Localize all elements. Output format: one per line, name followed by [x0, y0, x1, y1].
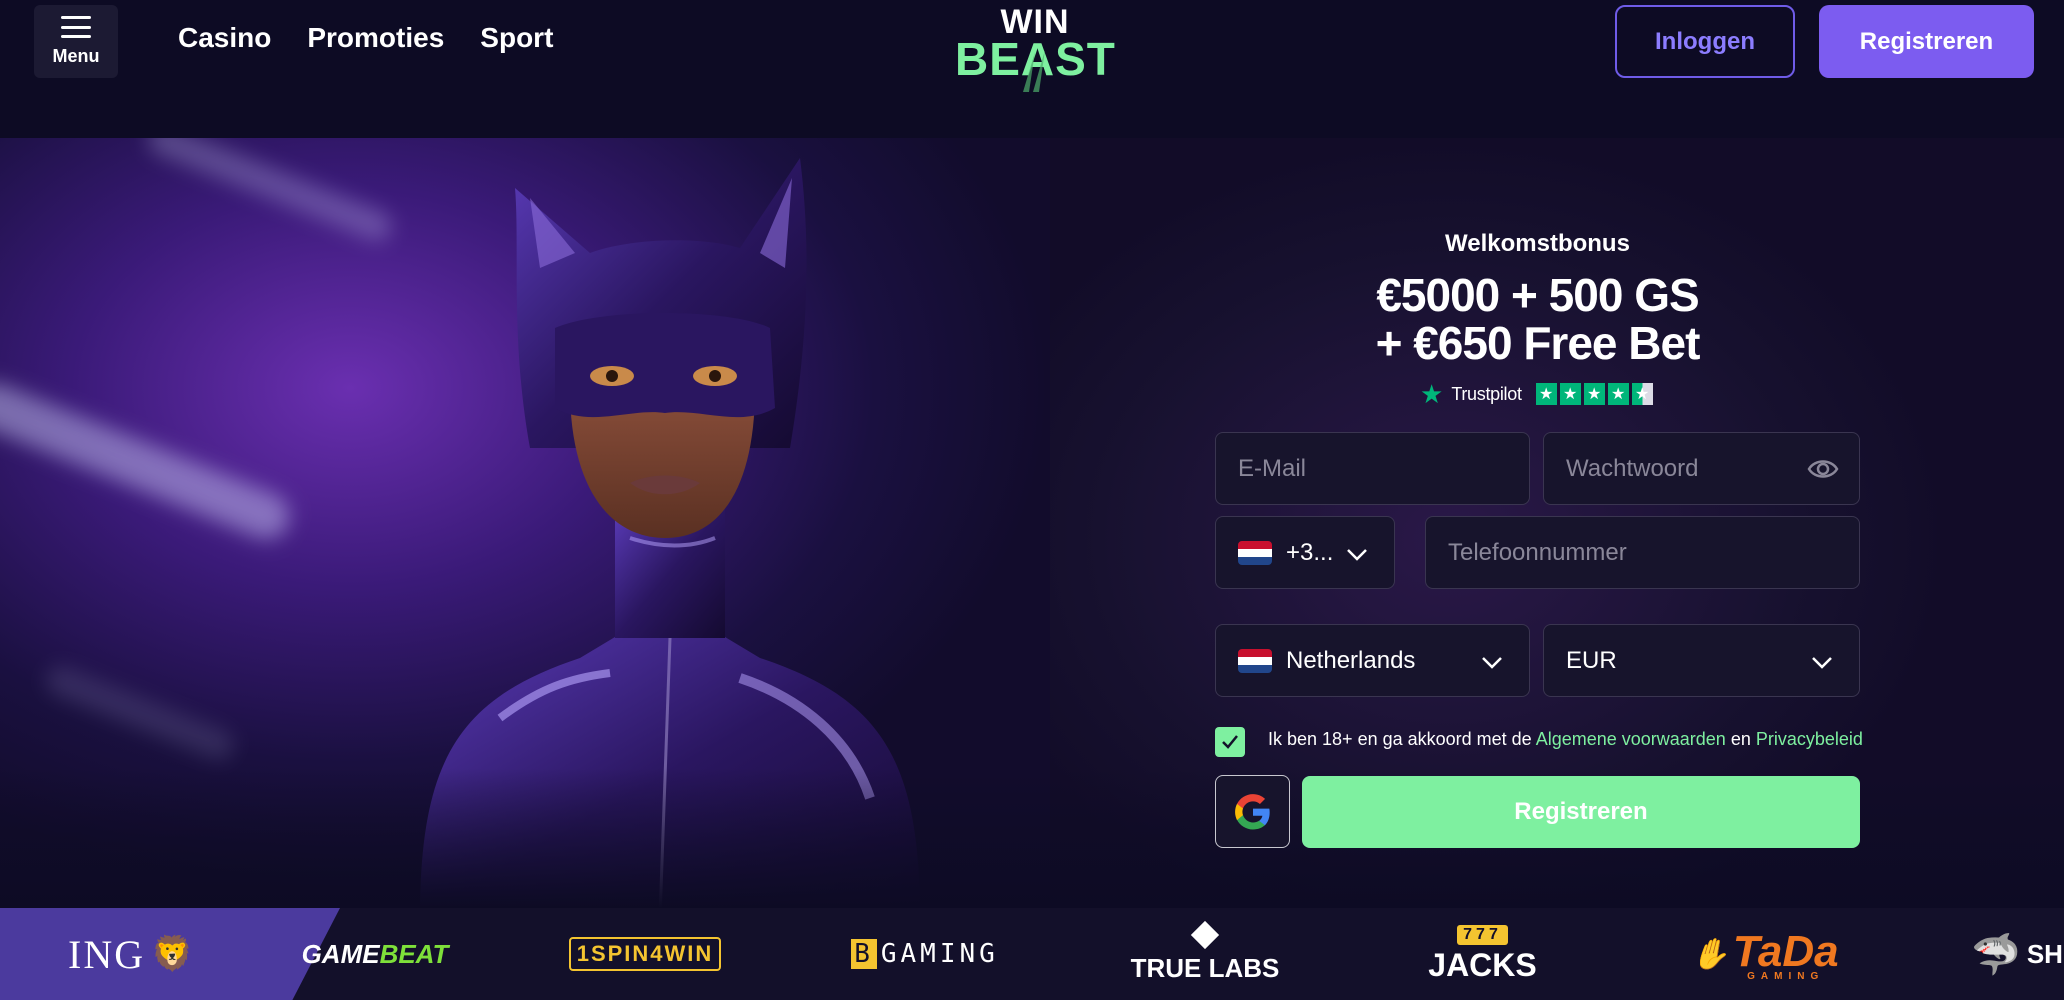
google-icon: [1234, 793, 1270, 829]
menu-button[interactable]: Menu: [34, 5, 118, 78]
register-button-header[interactable]: Registreren: [1819, 5, 2034, 78]
provider-gamebeat[interactable]: GAME BEAT: [300, 908, 450, 1000]
terms-link[interactable]: Algemene voorwaarden: [1536, 729, 1726, 749]
trustpilot-label: Trustpilot: [1451, 383, 1522, 404]
country-select[interactable]: Netherlands: [1215, 624, 1530, 697]
light-streak: [0, 375, 297, 547]
provider-777jacks[interactable]: 777 JACKS: [1420, 908, 1545, 1000]
eye-icon[interactable]: [1807, 455, 1839, 483]
chevron-down-icon: [1347, 549, 1367, 561]
site-logo[interactable]: WIN BEAST: [955, 5, 1115, 92]
light-streak: [41, 661, 239, 765]
bgaming-rest: GAMING: [880, 939, 999, 969]
payment-provider-strip: ING 🦁 GAME BEAT 1SPIN4WIN B GAMING TRUE LA…: [0, 908, 2064, 1000]
netherlands-flag-icon: [1238, 648, 1272, 673]
nav-sport[interactable]: Sport: [480, 22, 553, 54]
ing-logo-text: ING: [68, 931, 146, 977]
diamond-icon: [1190, 920, 1220, 949]
truelabs-text: TRUE LABS: [1130, 952, 1280, 983]
star-icon: ★: [1535, 383, 1557, 405]
lion-icon: 🦁: [151, 935, 194, 973]
tada-sub: GAMING: [1747, 970, 1825, 982]
trustpilot-rating[interactable]: ★ Trustpilot ★ ★ ★ ★ ★: [1420, 379, 1653, 409]
email-input[interactable]: [1238, 454, 1507, 483]
bgaming-b: B: [851, 939, 877, 969]
jacks-text: JACKS: [1428, 946, 1537, 983]
gamebeat-a: GAME: [301, 938, 380, 969]
shark-text: SH: [2026, 938, 2063, 969]
terms-and: en: [1730, 729, 1751, 749]
gamebeat-b: BEAT: [379, 938, 449, 969]
phone-field[interactable]: [1425, 516, 1860, 589]
light-streak: [143, 138, 397, 246]
chevron-down-icon: [1482, 657, 1502, 669]
phone-code-select[interactable]: +3...: [1215, 516, 1395, 589]
provider-truelabs[interactable]: TRUE LABS: [1130, 908, 1280, 1000]
chevron-down-icon: [1812, 657, 1832, 669]
trustpilot-stars: ★ ★ ★ ★ ★: [1535, 383, 1653, 405]
star-icon: ★: [1607, 383, 1629, 405]
phone-input[interactable]: [1448, 538, 1837, 567]
jacks-777: 777: [1457, 924, 1508, 945]
terms-text: Ik ben 18+ en ga akkoord met de Algemene…: [1268, 729, 1863, 750]
password-input[interactable]: [1566, 454, 1837, 483]
provider-1spin4win[interactable]: 1SPIN4WIN: [568, 908, 722, 1000]
star-icon: ★: [1559, 383, 1581, 405]
spinwin-logo: 1SPIN4WIN: [568, 937, 722, 971]
checkmark-icon: [1222, 735, 1238, 749]
bonus-subtitle: Welkomstbonus: [1445, 230, 1630, 257]
netherlands-flag-icon: [1238, 540, 1272, 565]
password-field[interactable]: [1543, 432, 1860, 505]
terms-checkbox[interactable]: [1215, 727, 1245, 757]
register-submit-button[interactable]: Registreren: [1302, 776, 1860, 848]
trustpilot-star-icon: ★: [1420, 379, 1444, 409]
terms-prefix: Ik ben 18+ en ga akkoord met de: [1268, 729, 1532, 749]
main-nav: Casino Promoties Sport: [178, 22, 553, 54]
hamburger-icon: [61, 16, 91, 38]
claw-mark-icon: [1023, 50, 1045, 92]
currency-value: EUR: [1566, 646, 1617, 674]
country-value: Netherlands: [1286, 646, 1416, 674]
email-field[interactable]: [1215, 432, 1530, 505]
menu-label: Menu: [52, 46, 100, 66]
site-header: Menu Casino Promoties Sport WIN BEAST In…: [0, 0, 2064, 138]
nav-casino[interactable]: Casino: [178, 22, 271, 54]
privacy-link[interactable]: Privacybeleid: [1756, 729, 1863, 749]
star-half-icon: ★: [1631, 383, 1653, 405]
provider-ing[interactable]: ING 🦁: [0, 908, 340, 1000]
provider-tada-gaming[interactable]: ✋ TaDa GAMING: [1690, 908, 1840, 1000]
provider-shark[interactable]: 🦈 SH: [1970, 908, 2064, 1000]
star-icon: ★: [1583, 383, 1605, 405]
shark-icon: 🦈: [1971, 932, 2021, 977]
currency-select[interactable]: EUR: [1543, 624, 1860, 697]
tada-text: TaDa: [1732, 926, 1839, 976]
phone-code-value: +3...: [1286, 538, 1334, 566]
google-signin-button[interactable]: [1215, 775, 1290, 848]
nav-promoties[interactable]: Promoties: [307, 22, 444, 54]
login-button[interactable]: Inloggen: [1615, 5, 1795, 78]
bonus-line-1: €5000 + 500 GS: [1376, 269, 1699, 321]
bonus-line-2: + €650 Free Bet: [1375, 317, 1701, 369]
hand-icon: ✋: [1691, 937, 1729, 971]
provider-bgaming[interactable]: B GAMING: [851, 908, 995, 1000]
